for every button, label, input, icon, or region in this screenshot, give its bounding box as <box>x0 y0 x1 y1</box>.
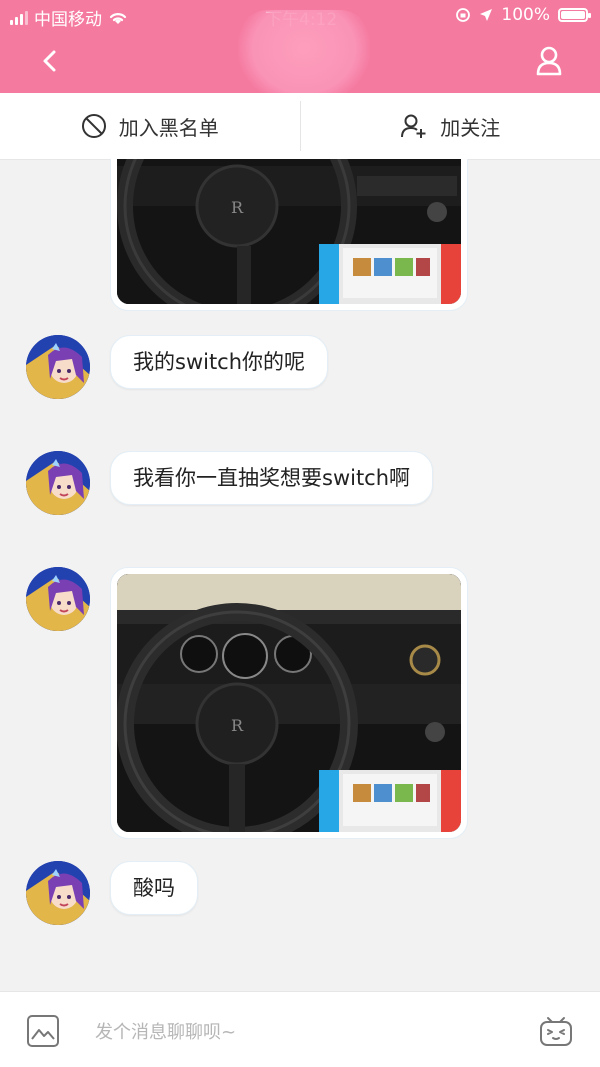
message-text: 我看你一直抽奖想要switch啊 <box>133 466 411 490</box>
car-switch-photo[interactable]: R <box>117 574 461 832</box>
car-switch-photo[interactable]: R <box>117 159 461 304</box>
blacklist-label: 加入黑名单 <box>118 115 219 140</box>
block-icon <box>81 114 106 138</box>
carrier-label: 中国移动 <box>34 10 102 30</box>
add-user-icon <box>401 114 426 138</box>
svg-text:R: R <box>231 198 244 217</box>
image-icon[interactable] <box>26 1014 60 1048</box>
avatar-art <box>26 861 90 925</box>
redacted-title-scribble <box>238 10 370 106</box>
sender-avatar[interactable] <box>26 451 90 515</box>
svg-text:R: R <box>231 716 244 735</box>
text-message-bubble[interactable]: 酸吗 <box>110 861 198 915</box>
blacklist-button[interactable]: 加入黑名单 <box>0 93 300 159</box>
wifi-icon <box>109 12 127 24</box>
battery-icon <box>558 8 591 22</box>
follow-label: 加关注 <box>440 115 501 140</box>
message-input-bar: 发个消息聊聊呗~ <box>0 991 600 1067</box>
status-left: 中国移动 <box>10 5 128 30</box>
text-message-bubble[interactable]: 我的switch你的呢 <box>110 335 329 389</box>
message-input[interactable]: 发个消息聊聊呗~ <box>95 1018 236 1044</box>
photo-art: R <box>117 159 461 304</box>
chat-screen: 中国移动 下午4:12 100% <box>0 0 600 1067</box>
sender-avatar[interactable] <box>26 861 90 925</box>
sender-avatar[interactable] <box>26 335 90 399</box>
text-message-bubble[interactable]: 我看你一直抽奖想要switch啊 <box>110 451 434 505</box>
emoji-icon[interactable] <box>538 1012 574 1048</box>
location-icon <box>480 9 493 21</box>
message-list[interactable]: R 我的switch你的呢 我看你一直抽奖想要switch啊 R 酸吗 <box>0 159 600 991</box>
rotation-lock-icon <box>456 8 471 22</box>
image-message[interactable]: R <box>110 159 468 311</box>
action-bar: 加入黑名单 加关注 <box>0 93 600 160</box>
header: 中国移动 下午4:12 100% <box>0 0 600 106</box>
image-message[interactable]: R <box>110 567 468 839</box>
message-text: 我的switch你的呢 <box>133 350 306 374</box>
message-text: 酸吗 <box>133 876 175 900</box>
signal-icon <box>10 10 28 25</box>
follow-button[interactable]: 加关注 <box>301 93 600 159</box>
profile-icon[interactable] <box>534 44 564 78</box>
battery-percent: 100% <box>501 5 550 25</box>
avatar-art <box>26 335 90 399</box>
status-right: 100% <box>455 5 591 25</box>
back-icon[interactable] <box>36 44 64 78</box>
sender-avatar[interactable] <box>26 567 90 631</box>
avatar-art <box>26 451 90 515</box>
photo-art: R <box>117 574 461 832</box>
avatar-art <box>26 567 90 631</box>
